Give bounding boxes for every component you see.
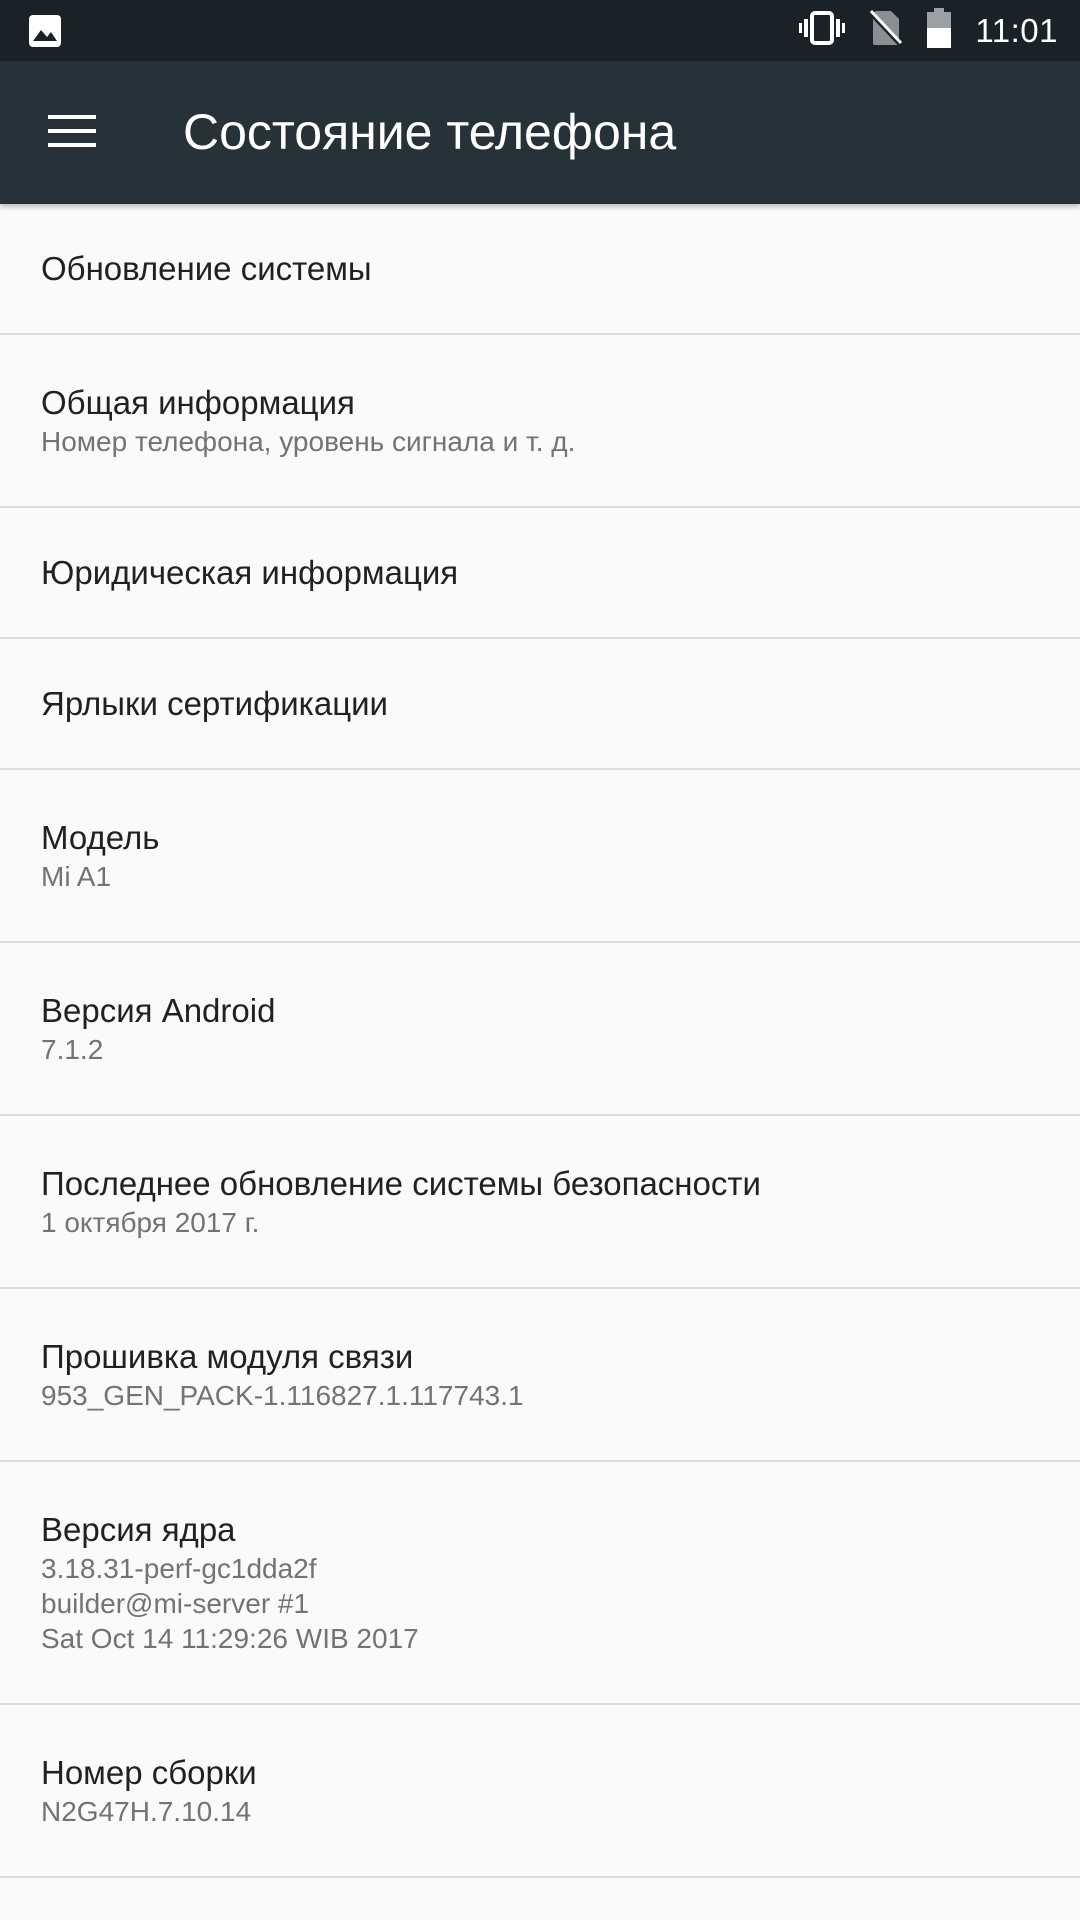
list-item-certification-labels[interactable]: Ярлыки сертификации [0,639,1080,770]
list-item-model[interactable]: Модель Mi A1 [0,770,1080,943]
vibrate-icon [799,10,846,51]
list-item-build-number[interactable]: Номер сборки N2G47H.7.10.14 [0,1705,1080,1878]
page-title: Состояние телефона [183,104,677,160]
list-item-title: Версия Android [41,992,276,1029]
list-item-security-patch[interactable]: Последнее обновление системы безопасност… [0,1116,1080,1289]
list-item-summary: 1 октября 2017 г. [41,1207,260,1238]
list-item-summary: 7.1.2 [41,1034,104,1065]
status-bar: 11:01 [0,0,1080,61]
hamburger-menu-icon [48,114,96,152]
list-item-baseband-version[interactable]: Прошивка модуля связи 953_GEN_PACK-1.116… [0,1289,1080,1462]
list-item-title: Модель [41,819,160,856]
list-item-title: Версия ядра [41,1511,236,1548]
navigation-menu-button[interactable] [30,97,114,169]
list-item-title: Обновление системы [41,249,372,287]
list-item-summary: Mi A1 [41,861,112,892]
list-item-summary: N2G47H.7.10.14 [41,1796,252,1827]
list-item-legal-info[interactable]: Юридическая информация [0,508,1080,639]
list-item-title: Юридическая информация [41,553,459,591]
image-notification-icon [28,14,62,48]
list-item-title: Номер сборки [41,1754,257,1791]
list-item-title: Последнее обновление системы безопасност… [41,1165,761,1202]
status-time: 11:01 [975,11,1058,49]
list-item-kernel-version[interactable]: Версия ядра 3.18.31-perf-gc1dda2f builde… [0,1462,1080,1705]
list-item-title: Прошивка модуля связи [41,1338,414,1375]
list-item-general-info[interactable]: Общая информация Номер телефона, уровень… [0,335,1080,508]
status-icons: 11:01 [799,0,1058,61]
no-sim-icon [869,9,904,52]
battery-icon [927,8,952,53]
list-item-summary: 953_GEN_PACK-1.116827.1.117743.1 [41,1380,524,1411]
app-toolbar: Состояние телефона [0,61,1080,204]
list-item-title: Общая информация [41,384,355,421]
list-item-android-version[interactable]: Версия Android 7.1.2 [0,943,1080,1116]
list-item-system-update[interactable]: Обновление системы [0,204,1080,335]
list-item-summary: 3.18.31-perf-gc1dda2f builder@mi-server … [41,1553,419,1654]
settings-list: Обновление системы Общая информация Номе… [0,204,1080,1878]
list-item-summary: Номер телефона, уровень сигнала и т. д. [41,426,576,457]
list-item-title: Ярлыки сертификации [41,684,388,722]
